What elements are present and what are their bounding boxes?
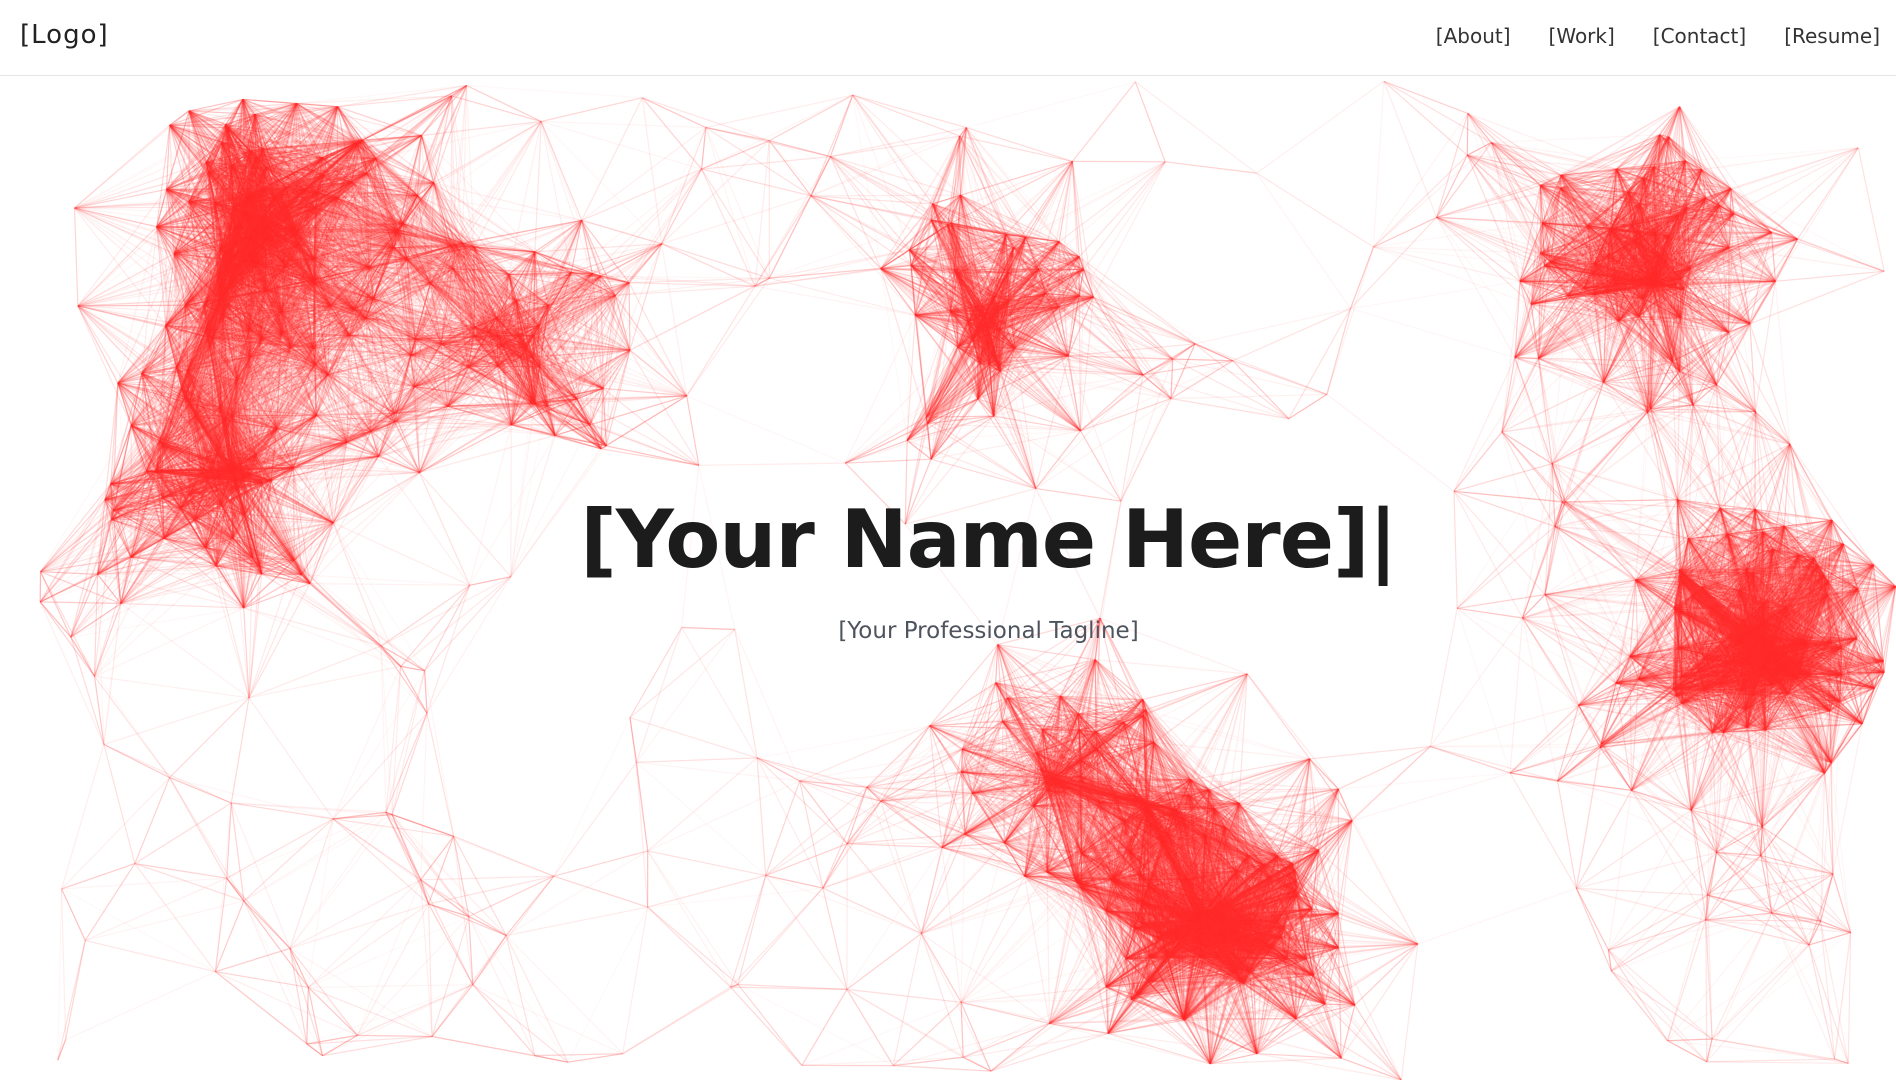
network-link — [77, 226, 158, 307]
network-link — [296, 95, 452, 105]
page: [Logo] [About] [Work] [Contact] [Resume]… — [0, 0, 1896, 1080]
